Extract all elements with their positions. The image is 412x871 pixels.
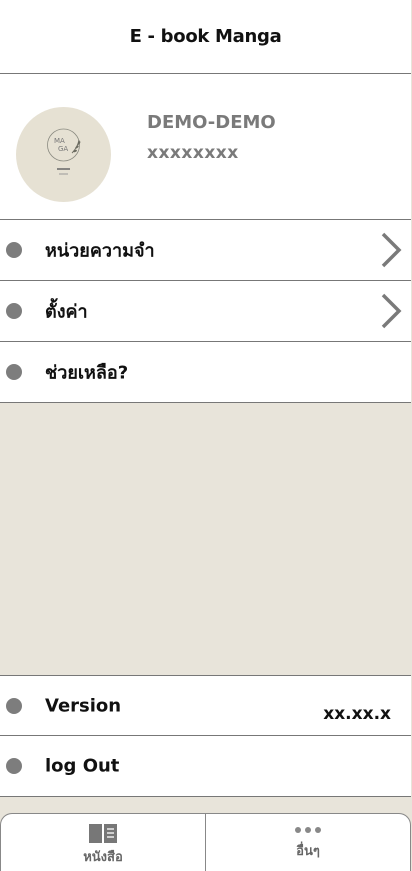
profile-name: DEMO-DEMO: [147, 112, 276, 133]
book-icon: [89, 824, 117, 843]
bullet-icon: [6, 697, 22, 714]
profile-card[interactable]: MA GA DEMO-DEMO xxxxxxxx: [0, 74, 411, 220]
menu-item-help[interactable]: ช่วยเหลือ?: [0, 342, 411, 403]
menu-item-label: ตั้งค่า: [45, 301, 88, 323]
profile-id: xxxxxxxx: [147, 143, 239, 163]
app-frame: E - book Manga MA GA DEMO-DEMO xxxxxxxx …: [0, 0, 411, 871]
bullet-icon: [6, 242, 22, 258]
chevron-right-icon: [381, 293, 402, 329]
bottom-tab-bar: หนังสือ อื่นๆ: [0, 813, 411, 871]
app-header: E - book Manga: [0, 0, 411, 74]
bullet-icon: [6, 303, 22, 319]
tab-books-label: หนังสือ: [83, 850, 123, 865]
bullet-icon: [6, 758, 22, 774]
tab-more[interactable]: อื่นๆ: [205, 814, 410, 871]
svg-text:MA: MA: [54, 137, 65, 145]
logout-label: log Out: [45, 755, 120, 777]
logout-button[interactable]: log Out: [0, 736, 411, 797]
chevron-right-icon: [381, 232, 402, 268]
manga-logo-icon: MA GA: [47, 128, 81, 175]
menu-item-storage[interactable]: หน่วยความจำ: [0, 220, 411, 281]
tab-more-label: อื่นๆ: [296, 844, 320, 859]
avatar[interactable]: MA GA: [16, 107, 111, 202]
version-row: Version xx.xx.x: [0, 675, 411, 736]
bullet-icon: [6, 364, 22, 380]
more-dots-icon: [295, 827, 321, 833]
menu-item-label: หน่วยความจำ: [45, 240, 155, 262]
version-label: Version: [45, 695, 122, 716]
version-value: xx.xx.x: [323, 704, 391, 724]
svg-text:GA: GA: [58, 145, 68, 153]
page-title: E - book Manga: [129, 26, 282, 47]
menu-item-label: ช่วยเหลือ?: [45, 362, 129, 384]
tab-books[interactable]: หนังสือ: [1, 814, 205, 871]
menu-item-settings[interactable]: ตั้งค่า: [0, 281, 411, 342]
